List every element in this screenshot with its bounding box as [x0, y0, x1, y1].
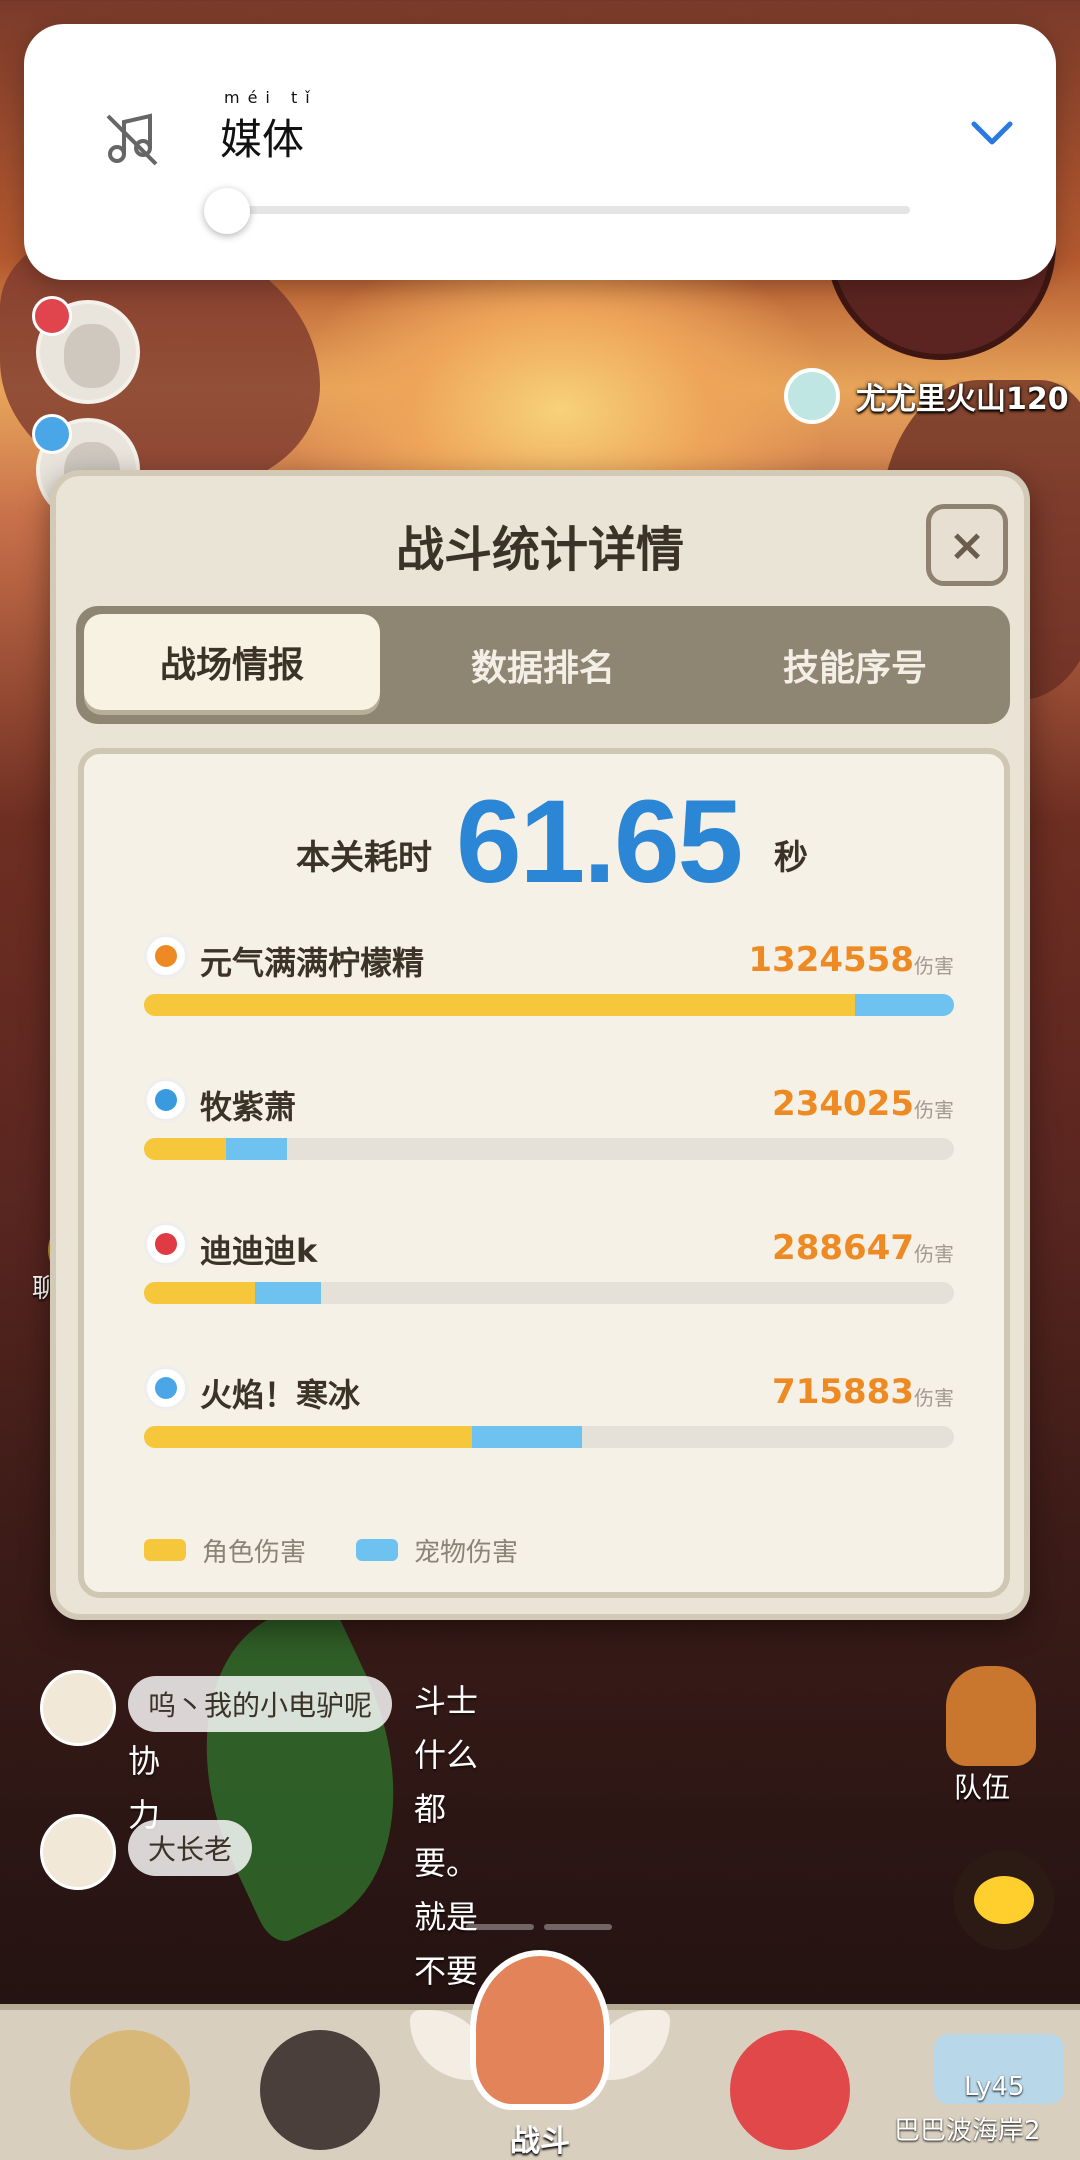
music-muted-icon[interactable] — [102, 110, 162, 170]
locked-area-name: 巴巴波海岸2 — [894, 2116, 1041, 2146]
time-unit: 秒 — [774, 838, 808, 878]
damage-unit: 伤害 — [914, 1242, 954, 1266]
team-icon — [946, 1666, 1036, 1766]
player-damage-value: 234025 — [772, 1084, 914, 1124]
character-portrait — [260, 2030, 380, 2150]
role-damage-bar — [144, 994, 856, 1016]
time-label: 本关耗时 — [296, 838, 432, 878]
nav-character-2[interactable] — [220, 2010, 420, 2160]
role-damage-bar — [144, 1282, 256, 1304]
volume-slider-track[interactable] — [224, 206, 910, 214]
media-label: 媒体 — [220, 115, 305, 164]
player-damage-value: 715883 — [772, 1372, 914, 1412]
wind-element-icon — [144, 1078, 188, 1122]
team-button[interactable]: 队伍 — [936, 1666, 1044, 1806]
legend-label: 角色伤害 — [202, 1537, 307, 1568]
role-damage-bar — [144, 1138, 226, 1160]
speech-bubble-icon — [974, 1876, 1034, 1924]
chat-sender-tag[interactable]: 呜丶我的小电驴呢 — [128, 1676, 393, 1732]
legend-swatch — [356, 1539, 399, 1561]
damage-bar — [144, 994, 954, 1016]
page-indicator — [466, 1924, 612, 1930]
nav-battle-label: 战斗 — [510, 2124, 570, 2159]
ice-element-icon — [144, 1366, 188, 1410]
tab-skill-order[interactable]: 技能序号 — [700, 606, 1010, 724]
media-label-pinyin: méi tǐ — [224, 88, 318, 107]
player-damage-row: 迪迪迪k 288647 伤害 — [144, 1222, 954, 1332]
location-indicator[interactable]: 尤尤里火山120 — [784, 368, 1069, 424]
role-damage-bar — [144, 1426, 473, 1448]
pet-damage-bar — [225, 1138, 288, 1160]
damage-unit: 伤害 — [914, 954, 954, 978]
damage-bar — [144, 1426, 954, 1448]
stats-card: 本关耗时 61.65 秒 元气满满柠檬精 1324558 伤害 牧紫萧 234025 伤害… — [78, 748, 1010, 1598]
player-damage-row: 元气满满柠檬精 1324558 伤害 — [144, 934, 954, 1044]
element-badge-icon — [32, 296, 72, 336]
damage-unit: 伤害 — [914, 1386, 954, 1410]
player-damage-row: 火焰！寒冰 715883 伤害 — [144, 1366, 954, 1476]
player-damage-row: 牧紫萧 234025 伤害 — [144, 1078, 954, 1188]
pet-damage-bar — [472, 1426, 582, 1448]
legend-item: 角色伤害 — [144, 1532, 306, 1569]
tab-bar: 战场情报 数据排名 技能序号 — [76, 606, 1010, 724]
pet-damage-bar — [255, 1282, 321, 1304]
background-leaf — [145, 1591, 455, 1949]
nav-battle-button[interactable]: 战斗 — [400, 1950, 680, 2160]
chevron-down-icon[interactable] — [970, 118, 1014, 148]
player-name: 牧紫萧 — [200, 1088, 297, 1126]
legend-item: 宠物伤害 — [356, 1532, 518, 1569]
flame-element-icon — [144, 1222, 188, 1266]
character-portrait — [70, 2030, 190, 2150]
player-damage-value: 1324558 — [748, 940, 914, 980]
player-name: 元气满满柠檬精 — [200, 944, 425, 982]
close-icon: × — [948, 519, 986, 571]
map-pin-icon — [784, 368, 840, 424]
nav-character-1[interactable] — [30, 2010, 230, 2160]
legend-swatch — [144, 1539, 186, 1561]
quick-chat-button[interactable] — [954, 1850, 1054, 1950]
chat-sender-tag[interactable]: 大长老 — [128, 1820, 253, 1876]
damage-unit: 伤害 — [914, 1098, 954, 1122]
pet-damage-bar — [855, 994, 954, 1016]
damage-bar — [144, 1138, 954, 1160]
battle-stats-dialog: 战斗统计详情 × 战场情报 数据排名 技能序号 本关耗时 61.65 秒 元气满… — [50, 470, 1030, 1620]
avatar[interactable] — [40, 1814, 116, 1890]
player-name: 迪迪迪k — [200, 1232, 318, 1270]
tab-data-ranking[interactable]: 数据排名 — [388, 606, 698, 724]
close-button[interactable]: × — [926, 504, 1008, 586]
battle-totem-icon — [470, 1950, 610, 2110]
damage-bar — [144, 1282, 954, 1304]
fire-element-icon — [144, 934, 188, 978]
damage-legend: 角色伤害 宠物伤害 — [144, 1530, 568, 1570]
team-button-label: 队伍 — [954, 1771, 1011, 1804]
nav-locked-area[interactable]: Ly45 巴巴波海岸2 — [894, 2020, 1080, 2160]
element-badge-icon — [32, 414, 72, 454]
legend-label: 宠物伤害 — [414, 1537, 519, 1568]
media-volume-panel: méi tǐ 媒体 — [24, 24, 1056, 280]
nav-character-3[interactable] — [690, 2010, 890, 2160]
dialog-title: 战斗统计详情 — [395, 522, 684, 578]
locked-level: Ly45 — [964, 2072, 1025, 2102]
tab-battlefield-info[interactable]: 战场情报 — [84, 614, 380, 710]
time-value: 61.65 — [456, 776, 743, 908]
player-damage-value: 288647 — [772, 1228, 914, 1268]
volume-slider-thumb[interactable] — [204, 188, 250, 234]
character-portrait — [730, 2030, 850, 2150]
player-name: 火焰！寒冰 — [200, 1376, 361, 1414]
avatar[interactable] — [40, 1670, 116, 1746]
location-label: 尤尤里火山120 — [856, 382, 1069, 417]
